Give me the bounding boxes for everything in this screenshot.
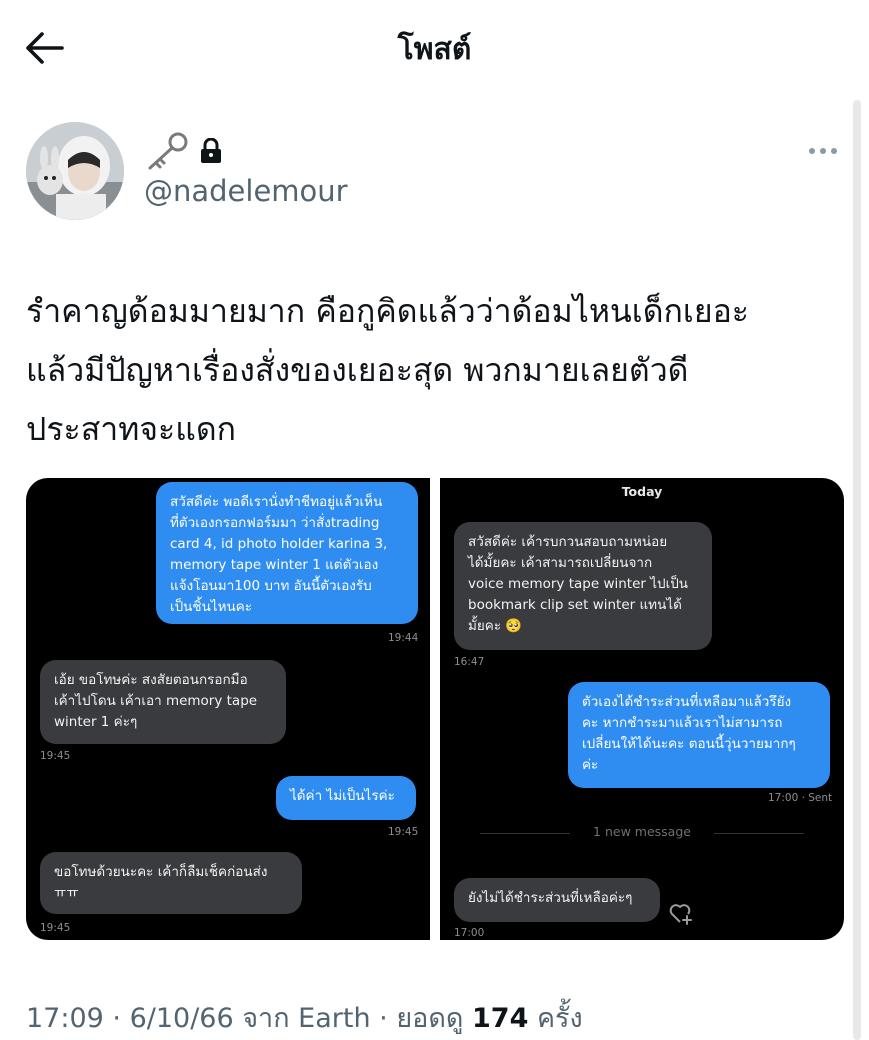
heart-plus-icon[interactable] bbox=[668, 902, 694, 926]
top-bar: โพสต์ bbox=[0, 0, 869, 100]
post-meta: 17:09 · 6/10/66 จาก Earth · ยอดดู 174 คร… bbox=[26, 996, 583, 1039]
sent-message: ได้ค่า ไม่เป็นไรค่ะ bbox=[276, 776, 416, 820]
received-message: เอ้ย ขอโทษค่ะ สงสัยตอนกรอกมือ เค้าไปโดน … bbox=[40, 660, 286, 744]
received-message: สวัสดีค่ะ เค้ารบกวนสอบถามหน่อย ได้มั้ยคะ… bbox=[454, 522, 712, 650]
message-time: 19:45 bbox=[40, 922, 71, 934]
message-time: 19:45 bbox=[40, 750, 71, 762]
avatar-image bbox=[26, 122, 124, 220]
chat-screenshot-right[interactable]: Today สวัสดีค่ะ เค้ารบกวนสอบถามหน่อย ได้… bbox=[440, 478, 844, 940]
lock-icon bbox=[201, 138, 221, 163]
author-handle[interactable]: @nadelemour bbox=[144, 174, 348, 208]
separator: · bbox=[103, 1003, 130, 1034]
post-source: จาก Earth bbox=[233, 1003, 371, 1034]
sent-message: ตัวเองได้ชำระส่วนที่เหลือมาแล้วรึยัง คะ … bbox=[568, 682, 830, 788]
message-time: 19:45 bbox=[388, 826, 419, 838]
received-message: ยังไม่ได้ชำระส่วนที่เหลือค่ะๆ bbox=[454, 878, 660, 922]
page-title: โพสต์ bbox=[397, 32, 472, 67]
message-status: 17:00 · Sent bbox=[768, 792, 833, 804]
post-line: รำคาญด้อมมายมาก คือกูคิดแล้วว่าด้อมไหนเด… bbox=[26, 292, 749, 330]
post-line: ประสาทจะแดก bbox=[26, 410, 236, 448]
new-message-label: 1 new message bbox=[593, 824, 691, 839]
key-icon bbox=[148, 132, 188, 170]
message-time: 17:00 bbox=[454, 927, 485, 939]
post-date[interactable]: 6/10/66 bbox=[130, 1003, 234, 1034]
sent-message: สวัสดีค่ะ พอดีเรานั่งทำชีทอยู่แล้วเห็น ท… bbox=[156, 482, 418, 624]
views-suffix: ครั้ง bbox=[528, 1003, 583, 1034]
more-options-button[interactable] bbox=[806, 140, 840, 162]
chat-screenshot-left[interactable]: สวัสดีค่ะ พอดีเรานั่งทำชีทอยู่แล้วเห็น ท… bbox=[26, 478, 430, 940]
message-time: 16:47 bbox=[454, 656, 485, 668]
message-time: 19:44 bbox=[388, 632, 419, 644]
received-message: ขอโทษด้วยนะคะ เค้าก็ลืมเช็คก่อนส่ง ㅠㅠ bbox=[40, 852, 302, 914]
post-line: แล้วมีปัญหาเรื่องสั่งของเยอะสุด พวกมายเล… bbox=[26, 351, 689, 389]
avatar[interactable] bbox=[26, 122, 124, 220]
day-label: Today bbox=[621, 484, 663, 499]
new-message-divider: 1 new message bbox=[480, 824, 804, 842]
heart-plus-glyph bbox=[669, 904, 692, 925]
post-text: รำคาญด้อมมายมาก คือกูคิดแล้วว่าด้อมไหนเด… bbox=[26, 282, 846, 459]
scrollbar[interactable] bbox=[853, 100, 861, 1040]
more-icon bbox=[809, 148, 837, 154]
separator: · bbox=[370, 1003, 397, 1034]
post-media[interactable]: สวัสดีค่ะ พอดีเรานั่งทำชีทอยู่แล้วเห็น ท… bbox=[26, 478, 844, 940]
views-label: ยอดดู bbox=[396, 1003, 472, 1034]
views-count: 174 bbox=[472, 1003, 529, 1034]
post-time[interactable]: 17:09 bbox=[26, 1003, 104, 1034]
